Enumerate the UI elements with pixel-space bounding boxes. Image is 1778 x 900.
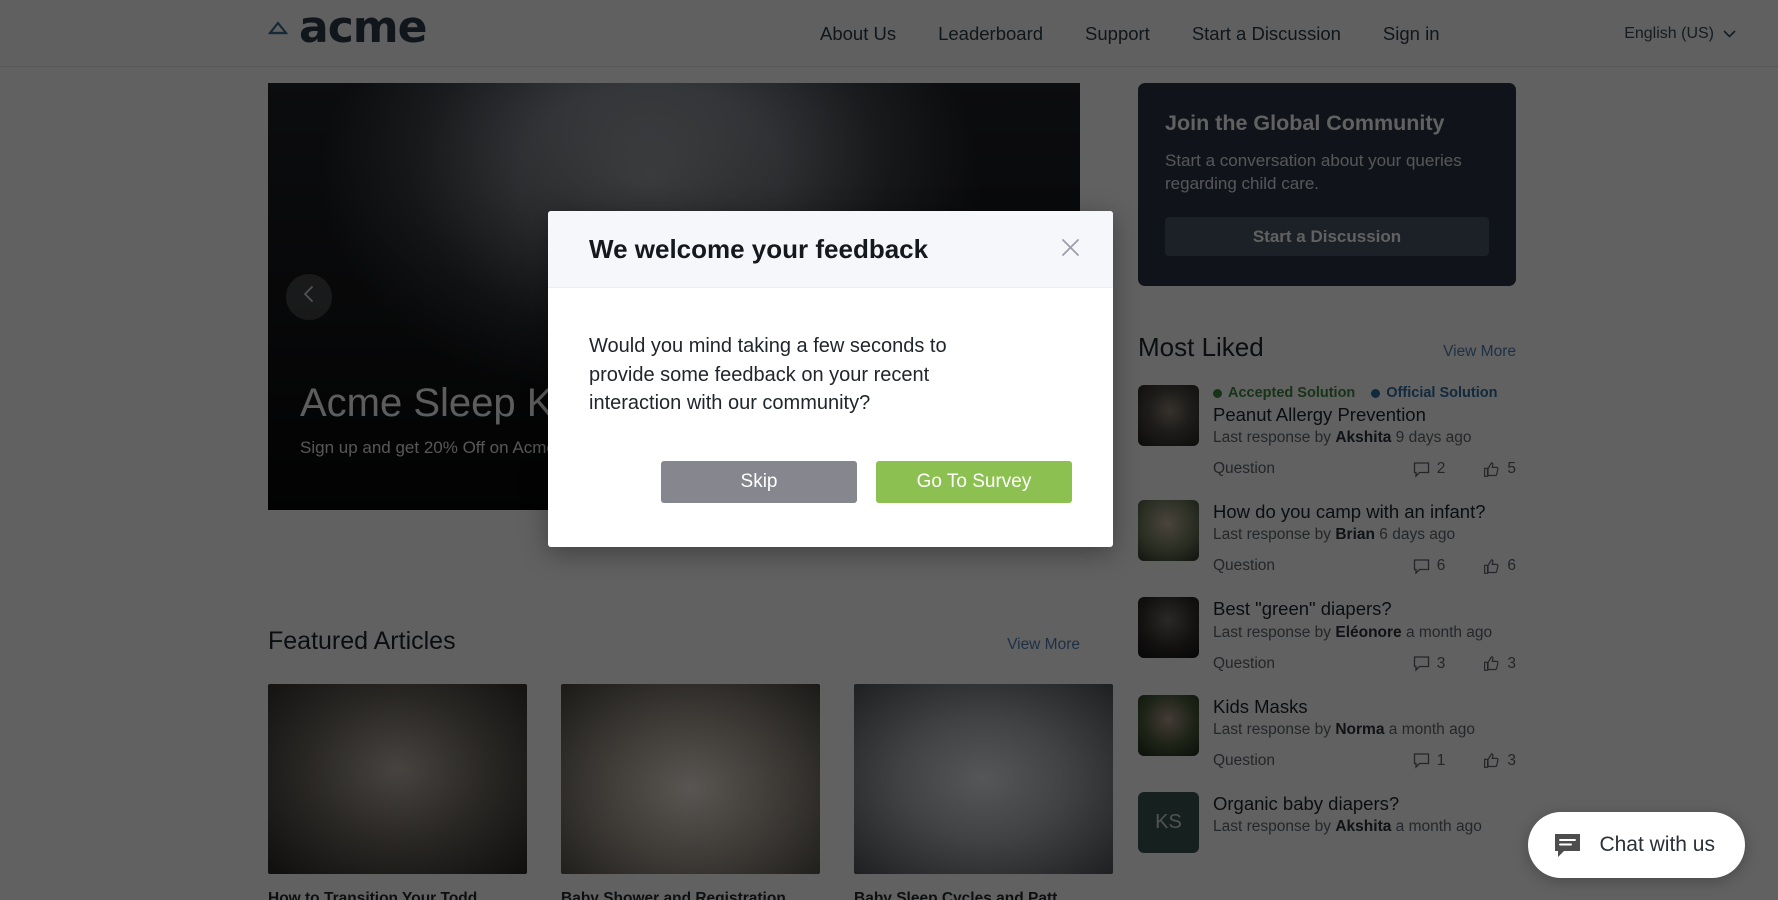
modal-header: We welcome your feedback <box>548 211 1113 288</box>
skip-button[interactable]: Skip <box>661 460 857 503</box>
modal-message: Would you mind taking a few seconds to p… <box>589 335 947 415</box>
go-to-survey-button[interactable]: Go To Survey <box>876 460 1072 503</box>
page-root: acme About Us Leaderboard Support Start … <box>0 0 1778 900</box>
modal-body: Would you mind taking a few seconds to p… <box>548 288 1113 418</box>
chat-with-us-label: Chat with us <box>1599 833 1715 856</box>
chat-bubble-icon <box>1553 831 1582 860</box>
close-icon <box>1060 237 1081 261</box>
feedback-modal: We welcome your feedback Would you mind … <box>548 211 1113 547</box>
modal-close-button[interactable] <box>1053 232 1087 266</box>
modal-title: We welcome your feedback <box>589 233 929 264</box>
chat-with-us-button[interactable]: Chat with us <box>1528 812 1745 878</box>
modal-footer: Skip Go To Survey <box>548 418 1113 547</box>
